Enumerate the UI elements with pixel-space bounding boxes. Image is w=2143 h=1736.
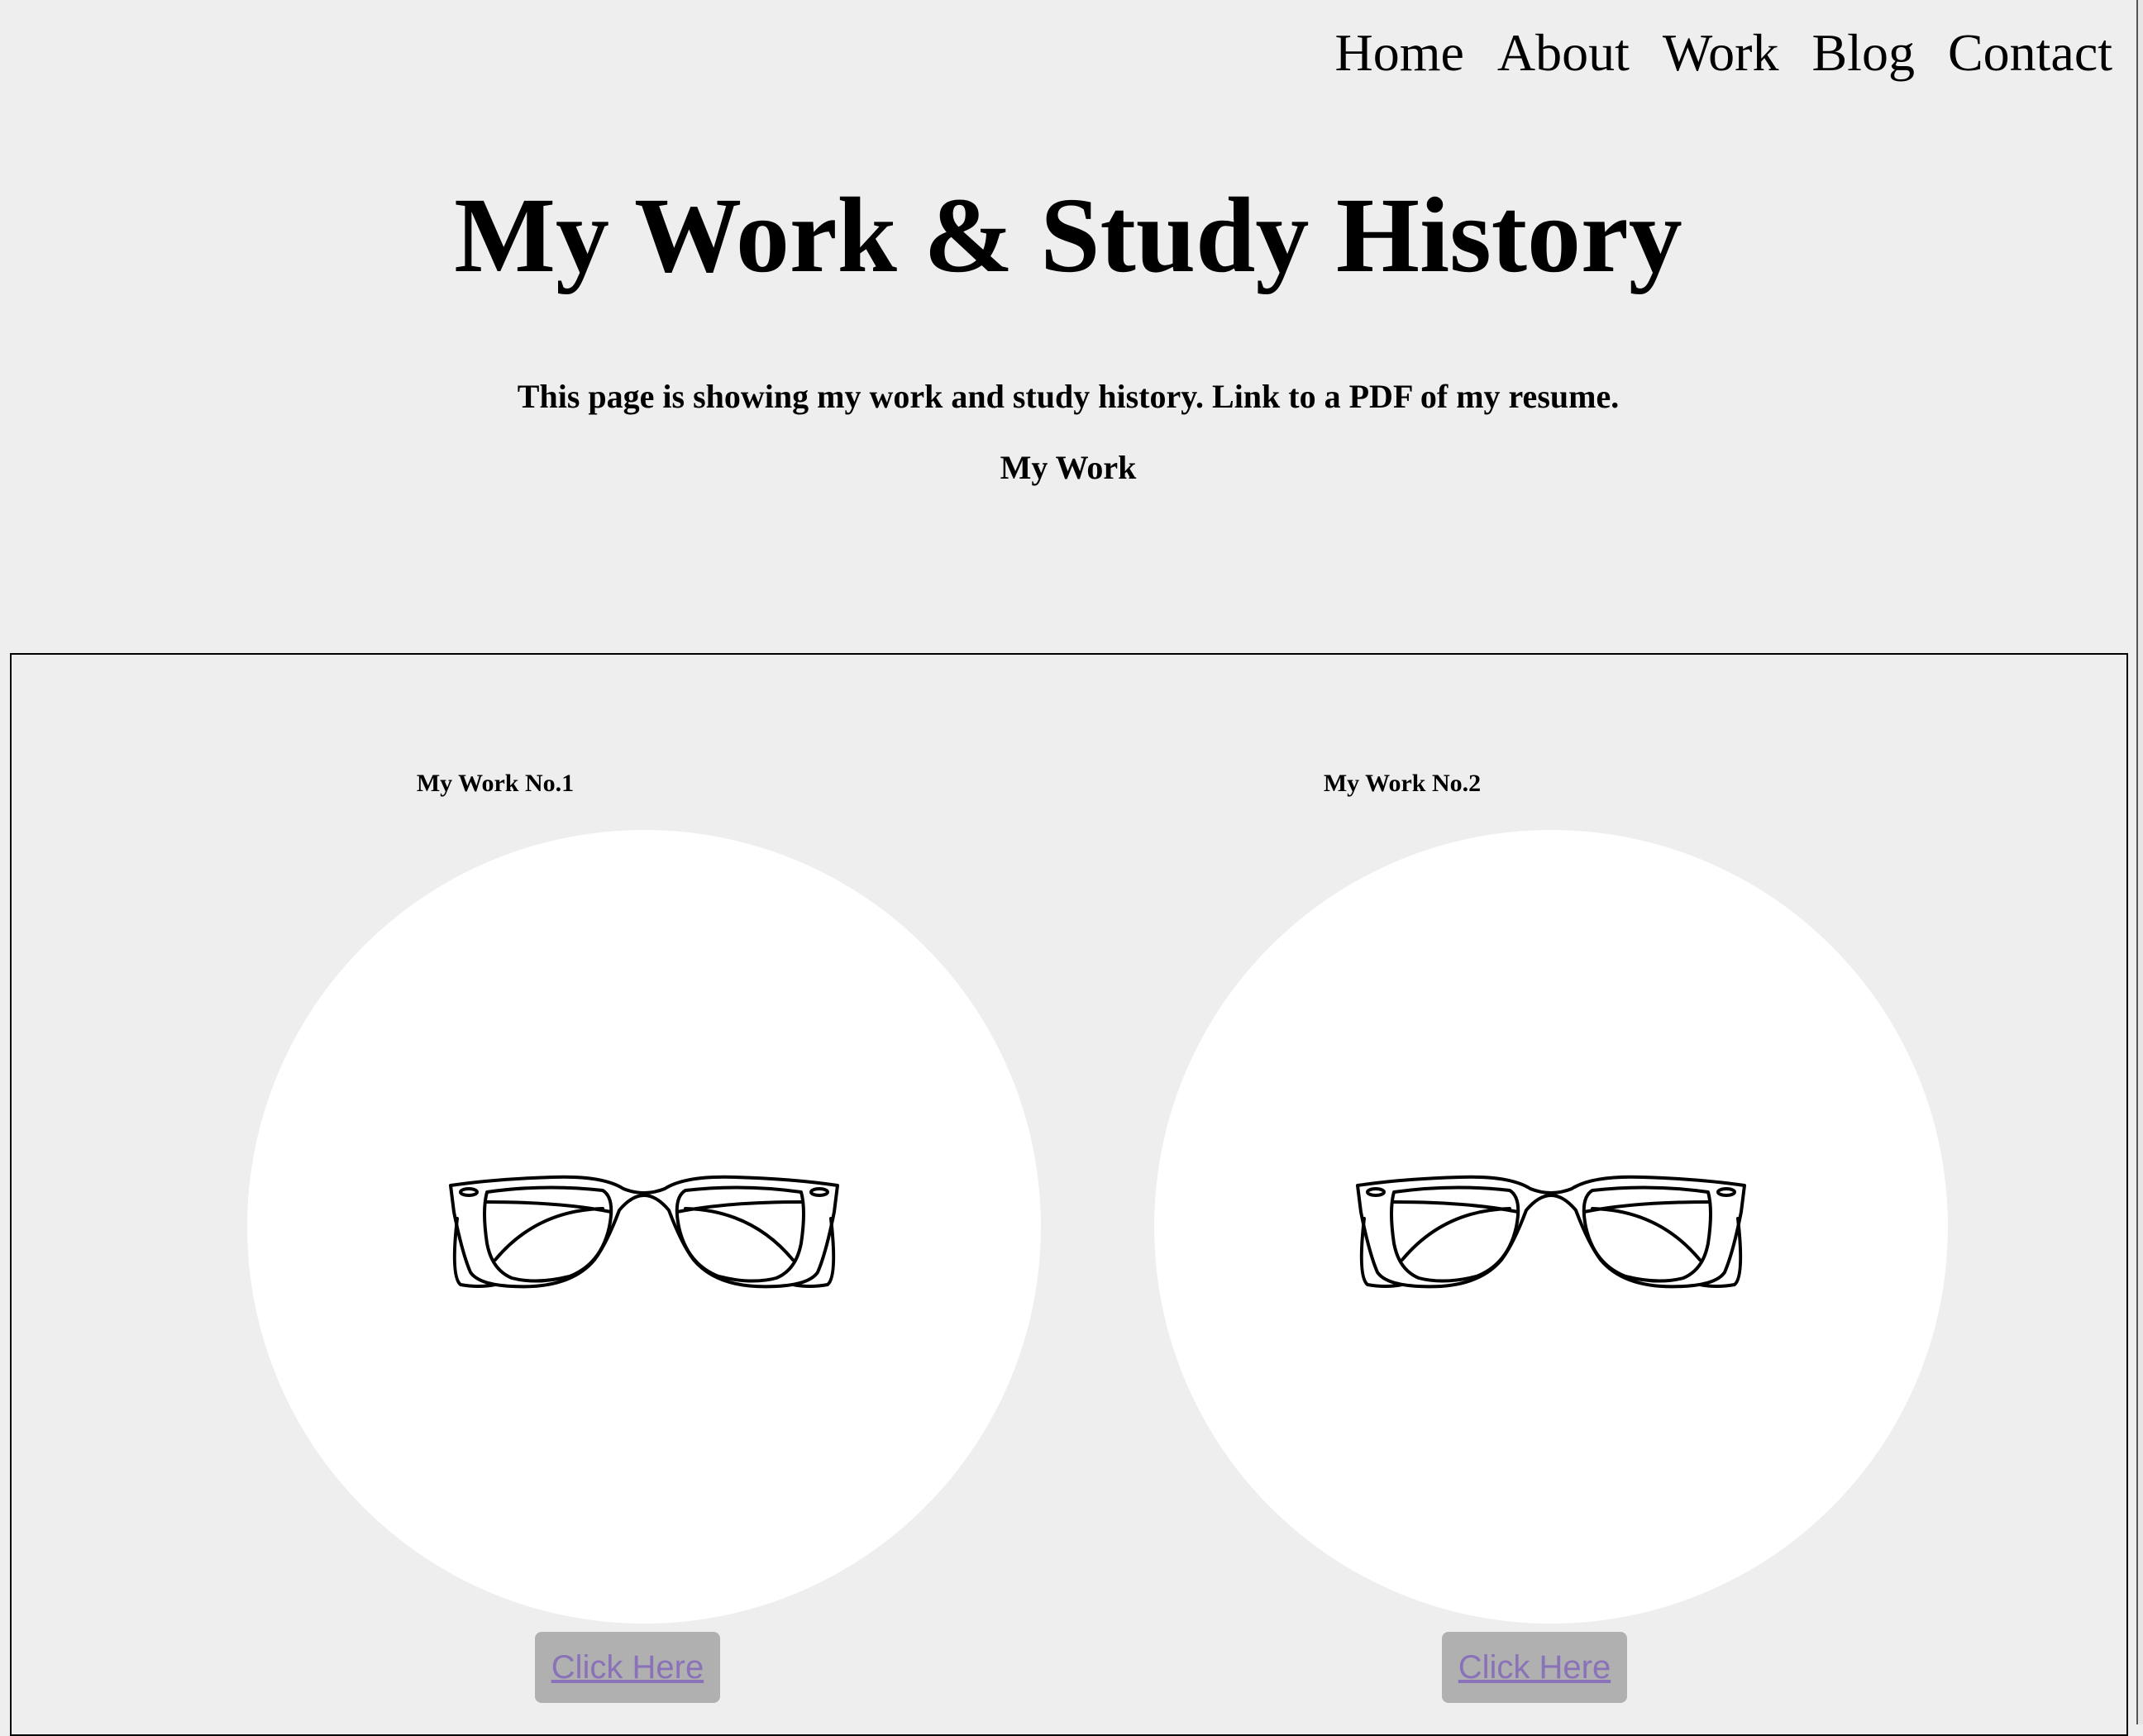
glasses-icon — [1356, 1175, 1746, 1289]
work-item-title: My Work No.2 — [1323, 770, 1482, 797]
window-edge — [2136, 0, 2143, 1724]
work-item: My Work No.1 Click Here — [247, 655, 1041, 1729]
intro-text: This page is showing my work and study h… — [517, 378, 1620, 415]
nav-blog-link[interactable]: Blog — [1811, 18, 1914, 88]
main-nav: Home About Work Blog Contact — [1334, 18, 2112, 88]
section-heading: My Work — [1000, 449, 1137, 486]
work-image — [1154, 830, 1948, 1624]
work-item: My Work No.2 Click Here — [1154, 655, 1948, 1729]
nav-about-link[interactable]: About — [1497, 18, 1630, 88]
nav-home-link[interactable]: Home — [1334, 18, 1463, 88]
work-panel: My Work No.1 Click Here My Work No.2 Cli… — [10, 653, 2128, 1736]
page-title: My Work & Study History — [454, 176, 1682, 295]
click-here-button[interactable]: Click Here — [1442, 1632, 1627, 1703]
work-image — [247, 830, 1041, 1624]
nav-contact-link[interactable]: Contact — [1948, 18, 2112, 88]
glasses-icon — [449, 1175, 839, 1289]
work-item-title: My Work No.1 — [416, 770, 575, 797]
nav-work-link[interactable]: Work — [1663, 18, 1779, 88]
click-here-button[interactable]: Click Here — [535, 1632, 720, 1703]
